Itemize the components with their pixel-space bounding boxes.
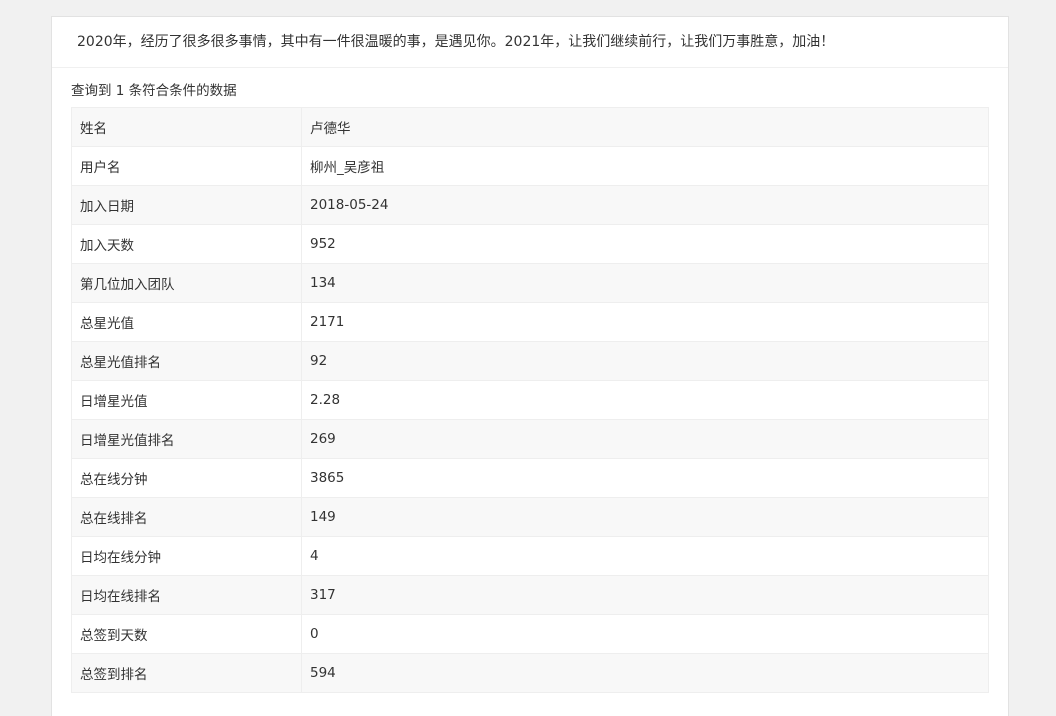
row-label: 姓名 [71,107,302,147]
table-row: 总在线排名 149 [71,497,989,537]
result-panel: 2020年，经历了很多很多事情，其中有一件很温暖的事，是遇见你。2021年，让我… [51,16,1009,716]
row-label: 总在线排名 [71,497,302,537]
row-label: 日均在线分钟 [71,536,302,576]
table-row: 总签到天数 0 [71,614,989,654]
table-row: 加入日期 2018-05-24 [71,185,989,225]
row-value: 柳州_吴彦祖 [301,146,989,186]
panel-body: 查询到 1 条符合条件的数据 姓名 卢德华 用户名 柳州_吴彦祖 加入日期 20… [52,68,1008,693]
result-count: 查询到 1 条符合条件的数据 [71,83,237,99]
row-value: 134 [301,263,989,303]
row-value: 2171 [301,302,989,342]
row-label: 加入天数 [71,224,302,264]
table-row: 总签到排名 594 [71,653,989,693]
row-value: 149 [301,497,989,537]
row-label: 总星光值 [71,302,302,342]
table-row: 日增星光值 2.28 [71,380,989,420]
table-row: 第几位加入团队 134 [71,263,989,303]
row-value: 2018-05-24 [301,185,989,225]
row-label: 第几位加入团队 [71,263,302,303]
row-label: 总星光值排名 [71,341,302,381]
row-label: 日均在线排名 [71,575,302,615]
row-value: 2.28 [301,380,989,420]
row-value: 952 [301,224,989,264]
table-row: 总星光值排名 92 [71,341,989,381]
table-row: 用户名 柳州_吴彦祖 [71,146,989,186]
row-value: 卢德华 [301,107,989,147]
greeting-message: 2020年，经历了很多很多事情，其中有一件很温暖的事，是遇见你。2021年，让我… [52,17,1008,68]
table-row: 日增星光值排名 269 [71,419,989,459]
user-info-table: 姓名 卢德华 用户名 柳州_吴彦祖 加入日期 2018-05-24 加入天数 9… [71,107,989,693]
row-label: 日增星光值 [71,380,302,420]
row-value: 269 [301,419,989,459]
table-row: 加入天数 952 [71,224,989,264]
row-label: 总在线分钟 [71,458,302,498]
row-label: 总签到排名 [71,653,302,693]
table-row: 姓名 卢德华 [71,107,989,147]
row-value: 92 [301,341,989,381]
table-row: 总在线分钟 3865 [71,458,989,498]
table-row: 日均在线排名 317 [71,575,989,615]
row-value: 0 [301,614,989,654]
row-label: 用户名 [71,146,302,186]
row-value: 317 [301,575,989,615]
row-value: 4 [301,536,989,576]
row-value: 594 [301,653,989,693]
table-row: 总星光值 2171 [71,302,989,342]
row-label: 加入日期 [71,185,302,225]
row-label: 日增星光值排名 [71,419,302,459]
row-label: 总签到天数 [71,614,302,654]
table-row: 日均在线分钟 4 [71,536,989,576]
row-value: 3865 [301,458,989,498]
